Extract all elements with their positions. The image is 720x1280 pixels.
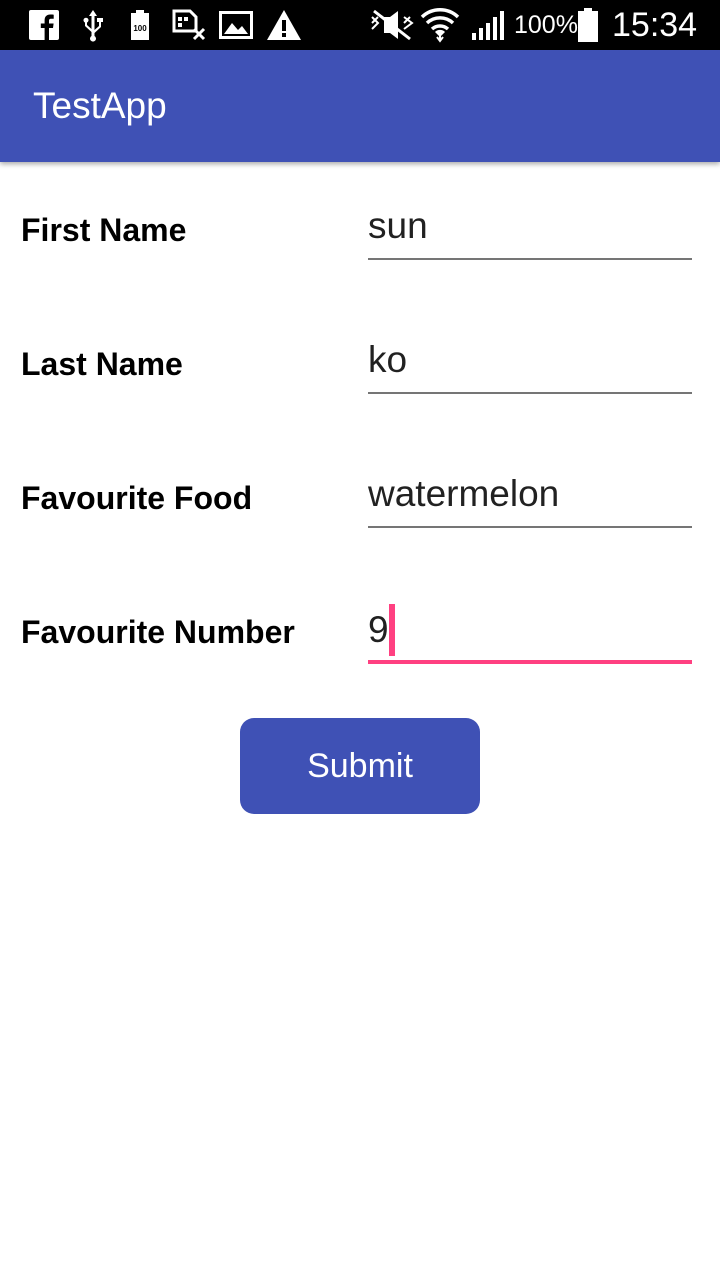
submit-button[interactable]: Submit <box>240 718 480 814</box>
app-bar: TestApp <box>0 50 720 162</box>
last-name-underline <box>368 392 692 394</box>
last-name-field[interactable]: ko <box>368 334 692 394</box>
first-name-label: First Name <box>21 212 187 248</box>
text-cursor <box>388 604 395 656</box>
app-title: TestApp <box>33 85 167 126</box>
battery-percent: 100% <box>514 11 578 39</box>
status-bar: 100 100% 15:34 <box>0 0 720 50</box>
favourite-number-value: 9 <box>368 609 389 650</box>
first-name-value: sun <box>368 205 428 246</box>
favourite-number-underline <box>368 660 692 664</box>
last-name-label: Last Name <box>21 346 183 382</box>
favourite-number-field[interactable]: 9 <box>368 604 692 664</box>
mute-icon <box>368 7 416 43</box>
favourite-food-field[interactable]: watermelon <box>368 468 692 528</box>
facebook-icon <box>28 7 60 43</box>
favourite-food-underline <box>368 526 692 528</box>
favourite-food-value: watermelon <box>368 473 560 514</box>
favourite-number-label: Favourite Number <box>21 614 295 650</box>
favourite-food-label: Favourite Food <box>21 480 253 516</box>
clock: 15:34 <box>612 6 698 44</box>
battery-saver-icon: 100 <box>128 7 152 43</box>
battery-icon <box>576 7 600 43</box>
favourite-number-input: 9 <box>368 604 395 656</box>
first-name-underline <box>368 258 692 260</box>
wifi-icon <box>420 7 460 43</box>
warning-icon <box>266 7 302 43</box>
last-name-value: ko <box>368 339 408 380</box>
image-icon <box>219 7 253 43</box>
usb-icon <box>80 7 106 43</box>
signal-icon <box>470 7 506 43</box>
svg-text:100: 100 <box>133 24 147 33</box>
sim-error-icon <box>172 7 206 43</box>
first-name-field[interactable]: sun <box>368 200 692 260</box>
